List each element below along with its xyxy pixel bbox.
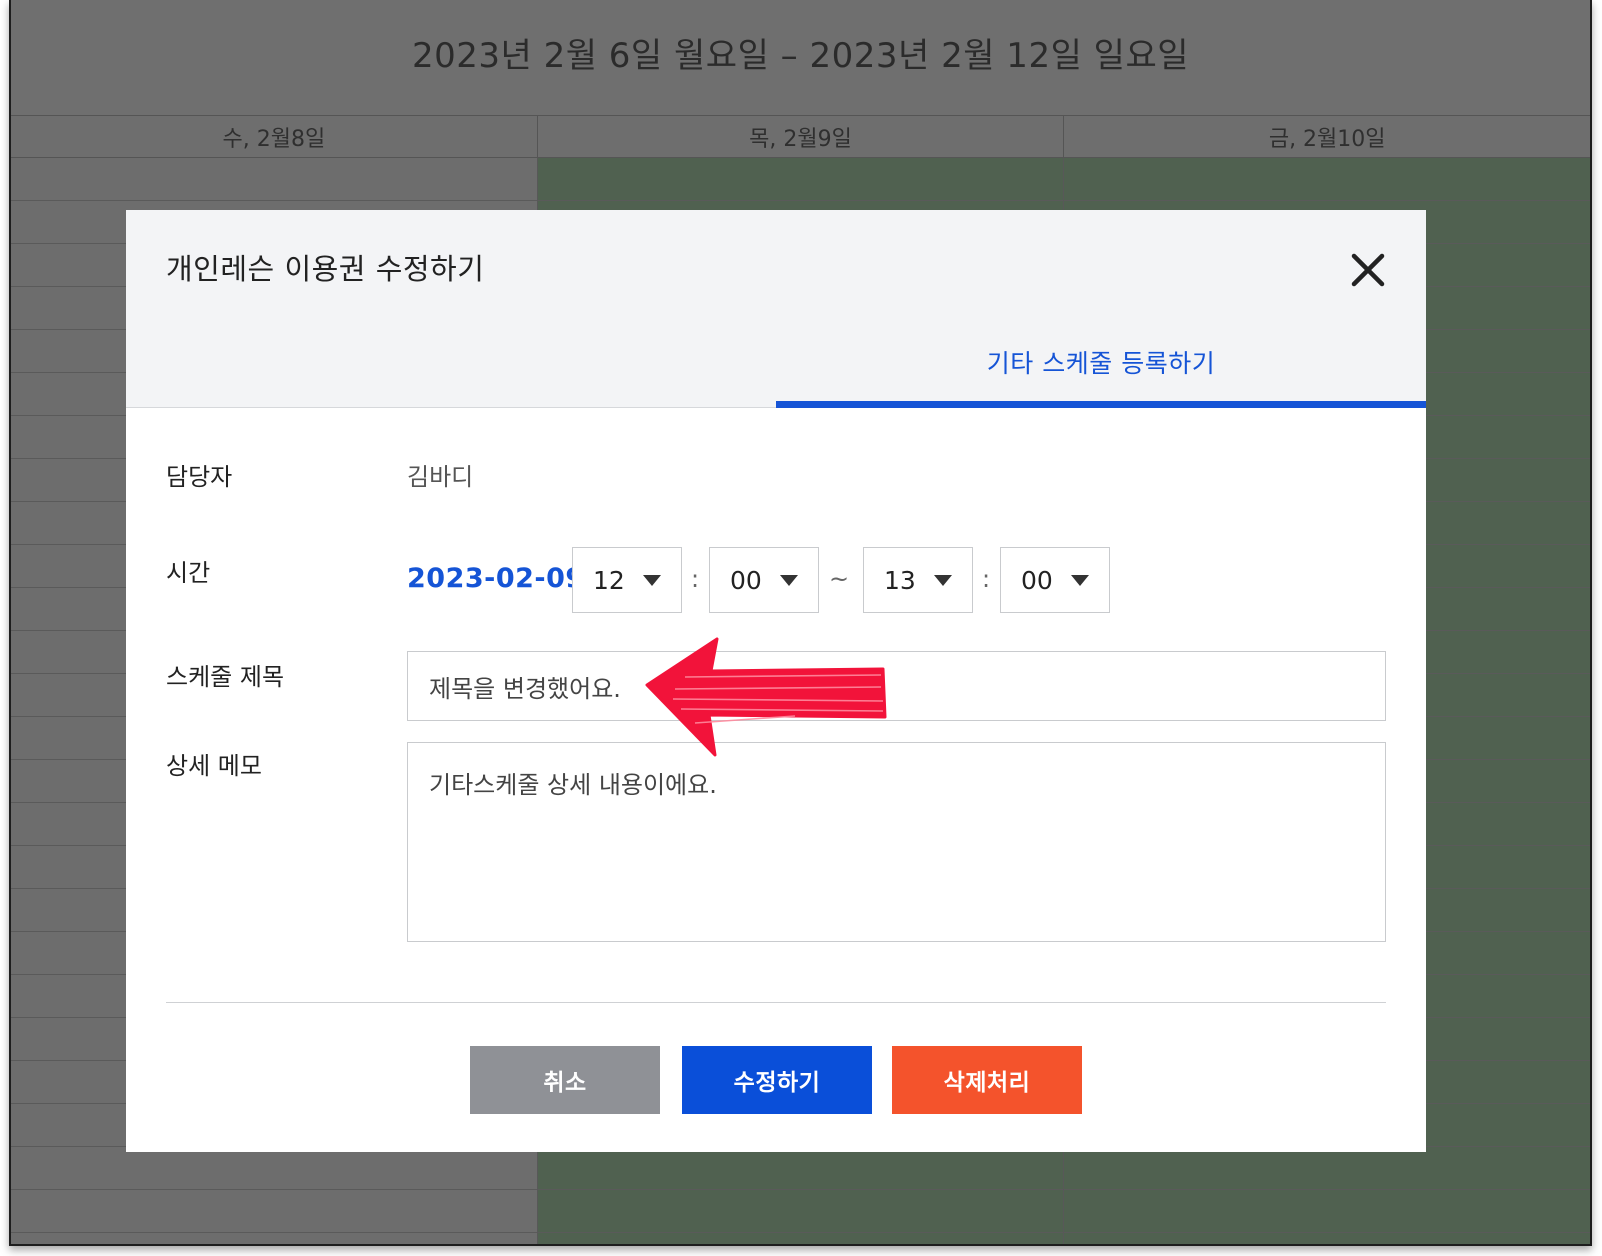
- edit-button[interactable]: 수정하기: [682, 1046, 872, 1114]
- memo-textarea[interactable]: 기타스케줄 상세 내용이에요.: [407, 742, 1386, 942]
- memo-label: 상세 메모: [166, 752, 262, 780]
- end-hour-value: 13: [884, 565, 916, 595]
- modal-header: 개인레슨 이용권 수정하기 기타 스케줄 등록하기: [126, 210, 1426, 408]
- schedule-title-label: 스케줄 제목: [166, 663, 285, 691]
- manager-label: 담당자: [166, 463, 233, 491]
- close-icon: [1351, 253, 1385, 287]
- week-header: 2023년 2월 6일 월요일 – 2023년 2월 12일 일요일: [11, 0, 1590, 116]
- start-minute-select[interactable]: 00: [709, 547, 819, 613]
- start-hour-select[interactable]: 12: [572, 547, 682, 613]
- time-label: 시간: [166, 559, 211, 587]
- time-colon: :: [982, 565, 991, 593]
- footer-divider: [166, 1002, 1386, 1003]
- time-range-tilde: ~: [829, 565, 850, 593]
- day-header-wed[interactable]: 수, 2월8일: [11, 116, 538, 157]
- chevron-down-icon: [780, 575, 798, 586]
- delete-button[interactable]: 삭제처리: [892, 1046, 1082, 1114]
- chevron-down-icon: [1071, 575, 1089, 586]
- chevron-down-icon: [643, 575, 661, 586]
- tab-other-schedule-label: 기타 스케줄 등록하기: [986, 348, 1216, 378]
- close-button[interactable]: [1346, 248, 1390, 292]
- date-picker-value[interactable]: 2023-02-09: [407, 563, 585, 594]
- end-minute-value: 00: [1021, 565, 1053, 595]
- cancel-button[interactable]: 취소: [470, 1046, 660, 1114]
- edit-schedule-modal: 개인레슨 이용권 수정하기 기타 스케줄 등록하기 담당자 김바디 시간 202…: [126, 210, 1426, 1152]
- schedule-title-input[interactable]: [407, 651, 1386, 721]
- tab-other-schedule[interactable]: 기타 스케줄 등록하기: [776, 328, 1426, 408]
- modal-title: 개인레슨 이용권 수정하기: [166, 252, 485, 286]
- manager-value: 김바디: [407, 463, 474, 491]
- start-hour-value: 12: [593, 565, 625, 595]
- day-header-fri[interactable]: 금, 2월10일: [1064, 116, 1590, 157]
- time-colon: :: [691, 565, 700, 593]
- week-range-title: 2023년 2월 6일 월요일 – 2023년 2월 12일 일요일: [411, 36, 1190, 76]
- day-header-thu[interactable]: 목, 2월9일: [538, 116, 1065, 157]
- start-minute-value: 00: [730, 565, 762, 595]
- chevron-down-icon: [934, 575, 952, 586]
- end-minute-select[interactable]: 00: [1000, 547, 1110, 613]
- day-headers: 수, 2월8일 목, 2월9일 금, 2월10일: [11, 116, 1590, 158]
- end-hour-select[interactable]: 13: [863, 547, 973, 613]
